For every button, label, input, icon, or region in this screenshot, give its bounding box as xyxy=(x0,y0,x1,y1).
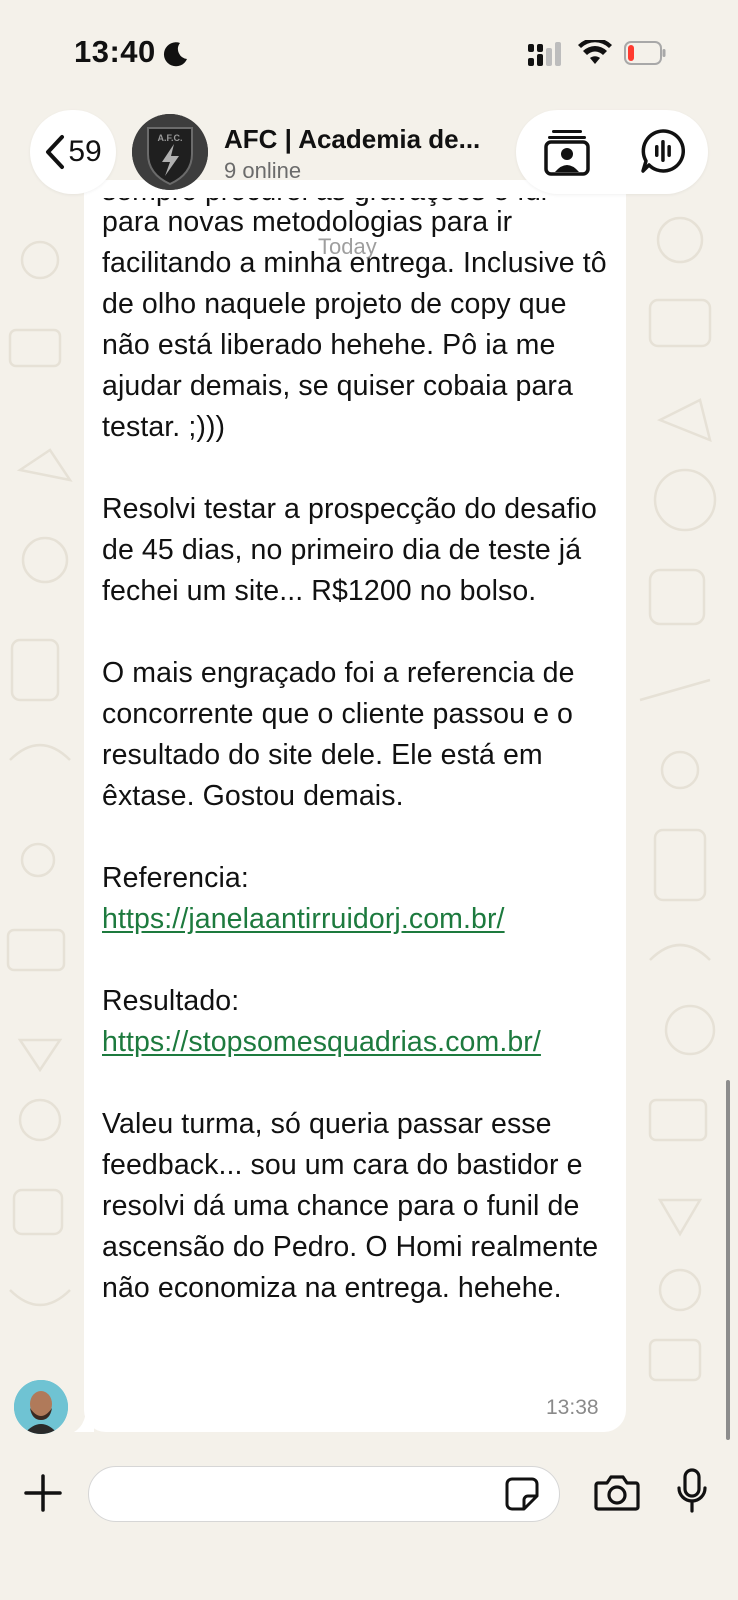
message-timestamp: 13:38 xyxy=(546,1396,599,1419)
group-name[interactable]: AFC | Academia de... xyxy=(224,124,494,155)
battery-low-icon xyxy=(624,41,666,65)
sticker-icon[interactable] xyxy=(504,1476,540,1512)
result-line: Resultado: https://stopsomesquadrias.com… xyxy=(102,981,622,1063)
reference-label: Referencia: xyxy=(102,862,249,894)
result-link[interactable]: https://stopsomesquadrias.com.br/ xyxy=(102,1026,541,1058)
bubble-tail xyxy=(74,1400,94,1432)
message-text: para novas metodologias para ir facilita… xyxy=(102,202,622,1309)
message-paragraph: Resolvi testar a prospecção do desafio d… xyxy=(102,493,597,607)
back-chevron-icon xyxy=(46,135,65,169)
message-paragraph: Valeu turma, só queria passar esse feedb… xyxy=(102,1108,599,1304)
message-input-bar xyxy=(0,1452,738,1600)
status-bar: 13:40 xyxy=(0,0,738,100)
camera-icon[interactable] xyxy=(594,1474,640,1512)
svg-text:A.F.C.: A.F.C. xyxy=(157,133,182,143)
message-input[interactable] xyxy=(88,1466,560,1522)
group-online-status: 9 online xyxy=(224,158,302,183)
message-paragraph: O mais engraçado foi a referencia de con… xyxy=(102,657,575,812)
microphone-icon[interactable] xyxy=(676,1468,708,1514)
date-chip: Today xyxy=(318,234,377,259)
status-time: 13:40 xyxy=(74,34,156,69)
wifi-icon xyxy=(578,40,612,64)
header-actions xyxy=(516,110,708,194)
cellular-signal-icon xyxy=(528,42,561,66)
plus-icon[interactable] xyxy=(24,1474,62,1512)
moon-icon xyxy=(163,42,187,67)
back-button[interactable]: 59 xyxy=(30,110,116,194)
voice-chat-icon[interactable] xyxy=(640,128,686,174)
reference-line: Referencia: https://janelaantirruidorj.c… xyxy=(102,858,622,940)
group-avatar[interactable]: A.F.C. xyxy=(132,114,208,190)
unread-count: 59 xyxy=(68,135,102,168)
scroll-indicator[interactable] xyxy=(726,1080,730,1440)
reference-link[interactable]: https://janelaantirruidorj.com.br/ xyxy=(102,903,505,935)
contact-card-icon[interactable] xyxy=(544,128,590,176)
result-label: Resultado: xyxy=(102,985,240,1017)
chat-header: 59 A.F.C. AFC | Academia de... 9 online xyxy=(0,110,738,194)
sender-avatar[interactable] xyxy=(14,1380,68,1434)
